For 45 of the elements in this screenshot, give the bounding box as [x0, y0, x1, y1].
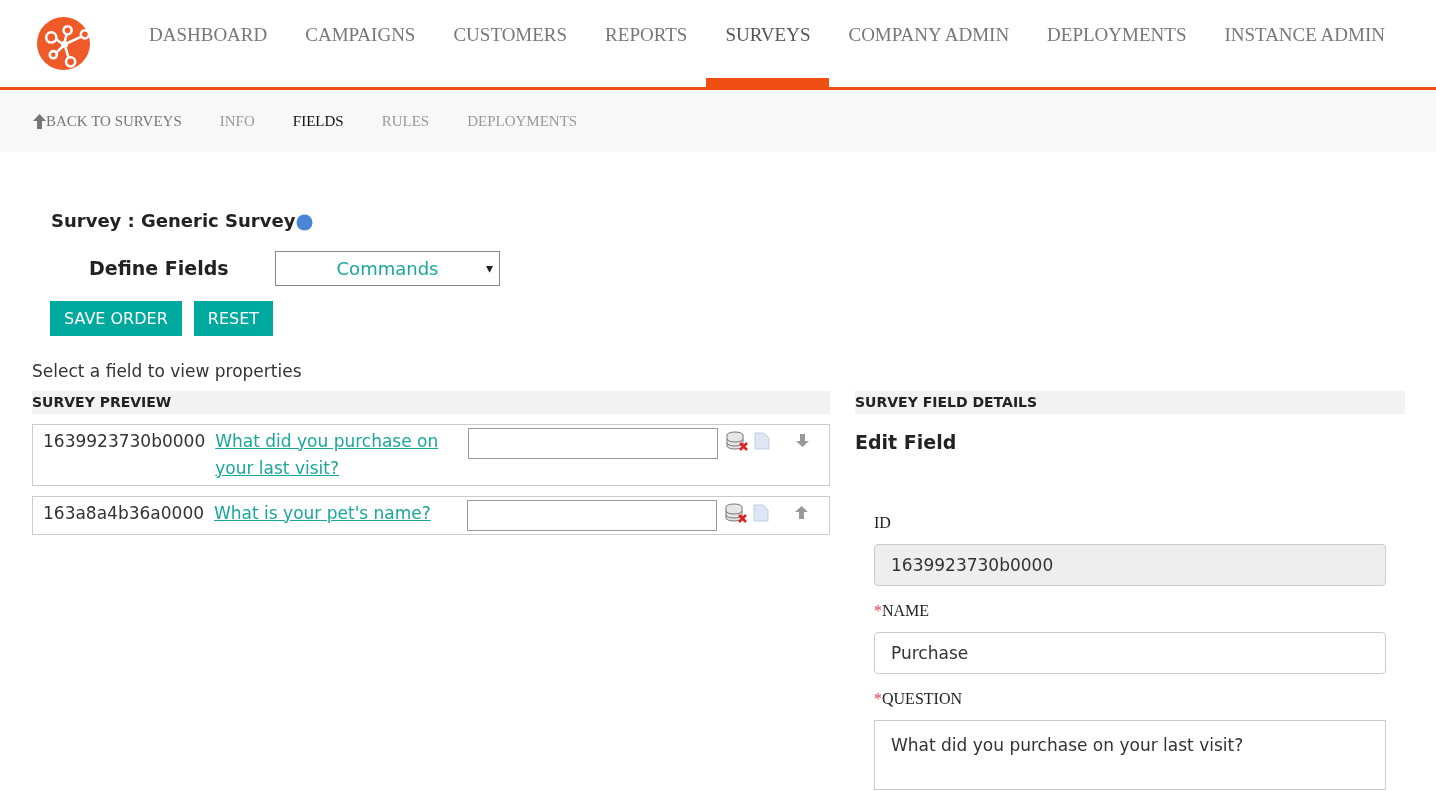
- section-heading: SURVEY FIELD DETAILS: [855, 390, 1405, 414]
- nav-tab[interactable]: REPORTS: [586, 0, 707, 87]
- nav-tab[interactable]: CUSTOMERS: [434, 0, 587, 87]
- preview-row[interactable]: 163a8a4b36a0000 What is your pet's name?: [32, 495, 830, 535]
- down-arrow-icon[interactable]: [796, 434, 810, 447]
- nav-tab[interactable]: INSTANCE ADMIN: [1205, 0, 1404, 87]
- field-id: 1639923730b0000: [43, 429, 206, 453]
- field-label: ID: [874, 513, 891, 533]
- field-id: 163a8a4b36a0000: [43, 501, 205, 525]
- copy-icon[interactable]: [754, 431, 771, 450]
- up-arrow-icon[interactable]: [795, 506, 809, 519]
- sub-tab[interactable]: DEPLOYMENTS: [467, 109, 578, 133]
- hint-text: Select a field to view properties: [32, 360, 303, 383]
- logo-icon[interactable]: [37, 17, 90, 70]
- section-heading: SURVEY PREVIEW: [32, 390, 830, 414]
- answer-field[interactable]: [467, 499, 718, 531]
- preview-row[interactable]: 1639923730b0000 What did you purchase on your last visit?: [32, 423, 830, 486]
- delete-database-icon[interactable]: [725, 502, 748, 523]
- question-link[interactable]: What is your pet's name?: [214, 499, 460, 527]
- sub-tab[interactable]: RULES: [381, 109, 430, 133]
- question-link[interactable]: What did you purchase on your last visit?: [215, 427, 461, 482]
- answer-field[interactable]: [468, 427, 719, 459]
- action-button[interactable]: SAVE ORDER: [50, 301, 182, 336]
- nav-tab[interactable]: SURVEYS: [706, 0, 830, 87]
- action-button[interactable]: RESET: [193, 301, 274, 336]
- text-field[interactable]: Purchase: [874, 632, 1386, 674]
- define-fields-label: Define Fields: [89, 256, 230, 282]
- required-mark: *: [874, 601, 882, 621]
- nav-tab[interactable]: DEPLOYMENTS: [1028, 0, 1206, 87]
- up-arrow-icon: [33, 113, 46, 129]
- question-field[interactable]: What did you purchase on your last visit?: [874, 720, 1386, 790]
- field-label: QUESTION: [882, 689, 962, 709]
- survey-title: Survey : Generic Survey: [51, 209, 296, 233]
- back-link[interactable]: BACK TO SURVEYS: [33, 109, 182, 133]
- nav-tab[interactable]: CAMPAIGNS: [286, 0, 435, 87]
- sub-tab[interactable]: FIELDS: [292, 109, 344, 133]
- delete-database-icon[interactable]: [726, 430, 749, 451]
- commands-dropdown[interactable]: Commands ▾: [275, 251, 500, 286]
- sub-tab[interactable]: INFO: [219, 109, 255, 133]
- nav-tab[interactable]: COMPANY ADMIN: [829, 0, 1029, 87]
- copy-icon[interactable]: [753, 503, 770, 522]
- nav-tab[interactable]: DASHBOARD: [130, 0, 287, 87]
- required-mark: *: [874, 689, 882, 709]
- edit-field-title: Edit Field: [855, 429, 958, 455]
- field-label: NAME: [882, 601, 930, 621]
